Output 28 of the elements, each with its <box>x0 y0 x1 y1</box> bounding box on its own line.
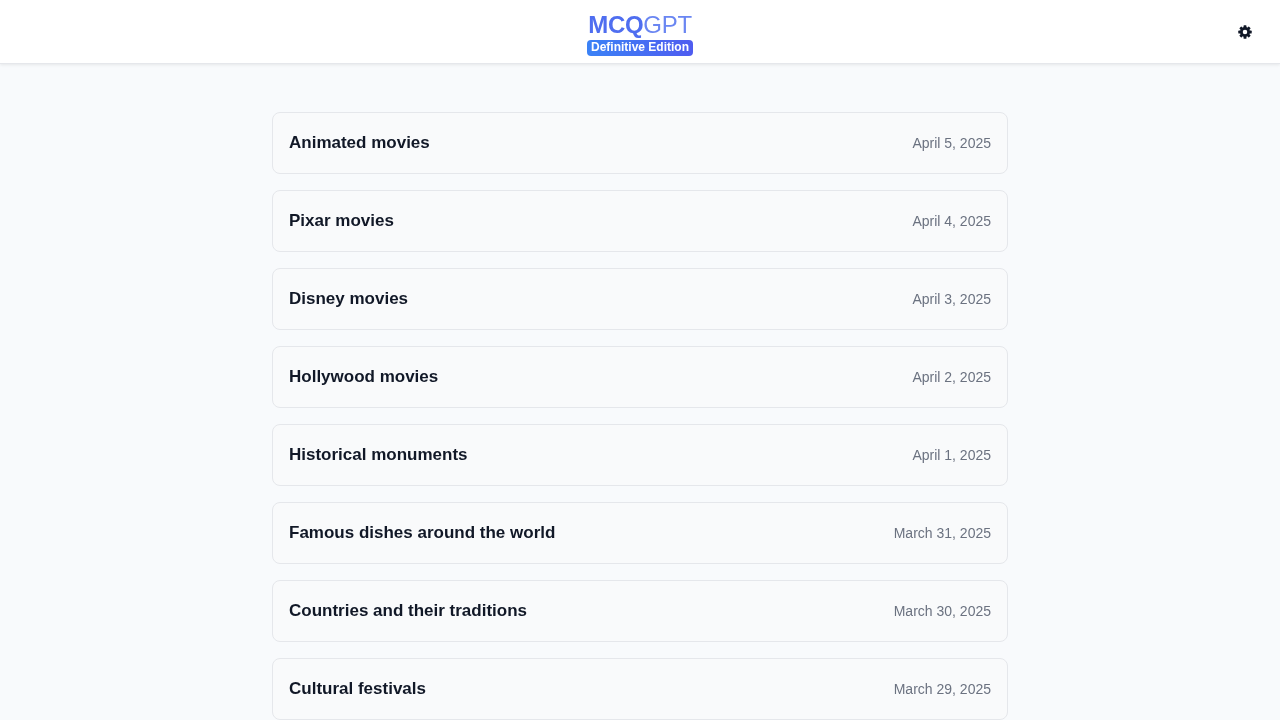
quiz-card[interactable]: Animated movies April 5, 2025 <box>272 112 1008 174</box>
quiz-title: Countries and their traditions <box>289 601 528 621</box>
quiz-date: March 29, 2025 <box>893 681 991 697</box>
quiz-title: Animated movies <box>289 133 430 153</box>
quiz-card[interactable]: Famous dishes around the world March 31, 2025 <box>272 502 1008 564</box>
quiz-date: April 4, 2025 <box>912 213 991 229</box>
quiz-card[interactable]: Cultural festivals March 29, 2025 <box>272 658 1008 720</box>
quiz-card[interactable]: Hollywood movies April 2, 2025 <box>272 346 1008 408</box>
quiz-date: March 30, 2025 <box>893 603 991 619</box>
settings-icon <box>1238 25 1252 39</box>
quiz-title: Pixar movies <box>289 211 394 231</box>
logo-text: MCQGPT <box>588 11 692 38</box>
settings-button[interactable] <box>1236 23 1254 41</box>
quiz-date: March 31, 2025 <box>893 525 991 541</box>
quiz-title: Hollywood movies <box>289 367 439 387</box>
quiz-card[interactable]: Disney movies April 3, 2025 <box>272 268 1008 330</box>
quiz-title: Famous dishes around the world <box>289 523 556 543</box>
quiz-card[interactable]: Countries and their traditions March 30, 2025 <box>272 580 1008 642</box>
quiz-title: Cultural festivals <box>289 679 426 699</box>
quiz-date: April 1, 2025 <box>912 447 991 463</box>
quiz-date: April 3, 2025 <box>912 291 991 307</box>
quiz-title: Disney movies <box>289 289 409 309</box>
edition-badge: Definitive Edition <box>587 39 693 56</box>
quiz-date: April 2, 2025 <box>912 369 991 385</box>
quiz-title: Historical monuments <box>289 445 468 465</box>
quiz-card[interactable]: Pixar movies April 4, 2025 <box>272 190 1008 252</box>
quiz-date: April 5, 2025 <box>912 135 991 151</box>
quiz-card[interactable]: Historical monuments April 1, 2025 <box>272 424 1008 486</box>
